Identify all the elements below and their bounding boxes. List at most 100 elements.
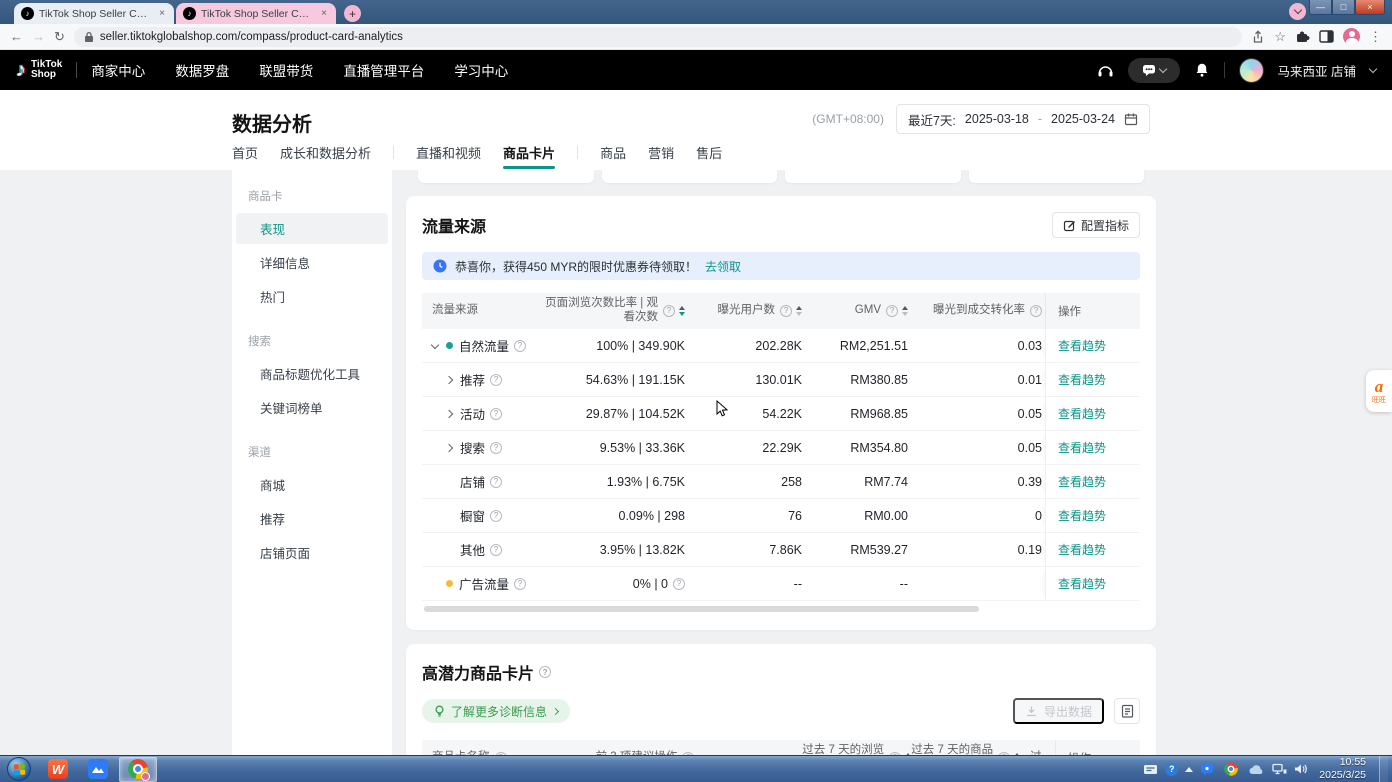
page-tab[interactable]: 首页 (232, 143, 258, 162)
tiktok-shop-logo-text[interactable]: TikTok Shop (31, 60, 62, 81)
forward-button[interactable]: → (32, 29, 45, 44)
headset-icon[interactable] (1097, 63, 1114, 78)
help-icon[interactable]: ? (490, 510, 502, 522)
page-tab[interactable]: 营销 (648, 143, 674, 162)
view-trend-link[interactable]: 查看趋势 (1058, 507, 1106, 524)
diagnosis-info-pill[interactable]: 了解更多诊断信息 (422, 699, 570, 723)
minimize-button[interactable]: — (1309, 0, 1332, 15)
new-tab-button[interactable]: + (344, 5, 361, 22)
bookmark-star-icon[interactable]: ☆ (1274, 29, 1286, 45)
sidebar-item[interactable]: 商品标题优化工具 (236, 358, 388, 389)
volume-tray-icon[interactable] (1294, 763, 1308, 775)
sidebar-item[interactable]: 表现 (236, 213, 388, 244)
sidebar-item[interactable]: 商城 (236, 469, 388, 500)
taskbar-chrome-button[interactable] (119, 757, 157, 782)
export-data-button[interactable]: 导出数据 (1013, 698, 1104, 724)
topnav-item[interactable]: 直播管理平台 (343, 60, 424, 80)
messenger-tray-icon[interactable] (1200, 763, 1214, 776)
taskbar-wps-button[interactable]: W (39, 757, 77, 782)
help-icon[interactable]: ? (490, 374, 502, 386)
store-name[interactable]: 马来西亚 店铺 (1278, 61, 1356, 80)
help-icon[interactable]: ? (490, 408, 502, 420)
topnav-item[interactable]: 学习中心 (454, 60, 508, 80)
help-icon[interactable]: ? (514, 340, 526, 352)
start-button[interactable] (7, 757, 31, 781)
messages-button[interactable] (1128, 58, 1180, 83)
browser-tab[interactable]: ♪TikTok Shop Seller Center | Cr...× (14, 3, 174, 24)
show-hidden-icons-button[interactable] (1185, 767, 1193, 772)
address-bar[interactable]: seller.tiktokglobalshop.com/compass/prod… (74, 27, 1242, 47)
taskbar-clock[interactable]: 10:55 2025/3/25 (1319, 756, 1366, 782)
onedrive-tray-icon[interactable] (1248, 764, 1265, 775)
input-method-icon[interactable] (1143, 764, 1158, 775)
help-icon[interactable]: ? (780, 305, 792, 317)
help-icon[interactable]: ? (490, 544, 502, 556)
topnav-item[interactable]: 数据罗盘 (175, 60, 229, 80)
claim-coupon-link[interactable]: 去领取 (705, 258, 741, 275)
cell-value: 0.05 (1018, 441, 1042, 455)
side-panel-icon[interactable] (1319, 30, 1334, 43)
browser-titlebar: ♪TikTok Shop Seller Center | Cr...×♪TikT… (0, 0, 1392, 24)
refresh-button[interactable]: ↻ (54, 29, 65, 45)
page-tab[interactable]: 商品卡片 (503, 143, 555, 162)
page-tab[interactable]: 商品 (600, 143, 626, 162)
expand-row-icon[interactable] (446, 377, 460, 383)
help-icon[interactable]: ? (539, 666, 551, 678)
metric-card-stub (785, 170, 961, 183)
collapse-row-icon[interactable] (432, 344, 446, 348)
titlebar-chevron-button[interactable] (1289, 3, 1306, 20)
topnav-item[interactable]: 联盟带货 (259, 60, 313, 80)
wangwang-chat-widget[interactable]: a 旺旺 (1366, 370, 1392, 412)
store-avatar[interactable] (1239, 58, 1264, 83)
taskbar-app-button[interactable] (79, 757, 117, 782)
edit-icon (1063, 219, 1076, 232)
help-icon[interactable]: ? (663, 305, 675, 317)
help-icon[interactable]: ? (673, 578, 685, 590)
maximize-button[interactable]: □ (1332, 0, 1355, 15)
sidebar-item[interactable]: 关键词榜单 (236, 392, 388, 423)
page-tab[interactable]: 售后 (696, 143, 722, 162)
view-trend-link[interactable]: 查看趋势 (1058, 473, 1106, 490)
view-trend-link[interactable]: 查看趋势 (1058, 575, 1106, 592)
help-icon[interactable]: ? (490, 476, 502, 488)
configure-metrics-button[interactable]: 配置指标 (1052, 212, 1140, 238)
traffic-table-header: 流量来源页面浏览次数比率 | 观看次数?曝光用户数?GMV?曝光到成交转化率?操… (422, 293, 1140, 329)
help-icon[interactable]: ? (1030, 305, 1042, 317)
scrollbar-thumb[interactable] (424, 606, 979, 612)
expand-row-icon[interactable] (446, 411, 460, 417)
close-window-button[interactable]: × (1355, 0, 1385, 15)
share-icon[interactable] (1251, 30, 1265, 44)
gmv-cell: RM354.80 (802, 441, 908, 455)
notification-bell-icon[interactable] (1194, 62, 1210, 78)
browser-menu-icon[interactable]: ⋮ (1369, 29, 1382, 45)
browser-tab[interactable]: ♪TikTok Shop Seller Center | Cr...× (176, 3, 336, 24)
view-trend-link[interactable]: 查看趋势 (1058, 371, 1106, 388)
topnav-item[interactable]: 商家中心 (91, 60, 145, 80)
view-trend-link[interactable]: 查看趋势 (1058, 405, 1106, 422)
help-icon[interactable]: ? (514, 578, 526, 590)
page-tab[interactable]: 直播和视频 (416, 143, 481, 162)
chrome-tray-icon[interactable] (1224, 762, 1238, 776)
help-tray-icon[interactable]: ? (1165, 763, 1178, 776)
sidebar-item[interactable]: 推荐 (236, 503, 388, 534)
column-header-action: 操作 (1055, 740, 1140, 755)
show-desktop-button[interactable] (1379, 756, 1388, 782)
help-icon[interactable]: ? (490, 442, 502, 454)
view-trend-link[interactable]: 查看趋势 (1058, 541, 1106, 558)
page-tab[interactable]: 成长和数据分析 (280, 143, 371, 162)
profile-avatar[interactable] (1343, 28, 1360, 45)
view-trend-link[interactable]: 查看趋势 (1058, 337, 1106, 354)
view-trend-link[interactable]: 查看趋势 (1058, 439, 1106, 456)
back-button[interactable]: ← (10, 29, 23, 44)
help-icon[interactable]: ? (886, 305, 898, 317)
sidebar-item[interactable]: 热门 (236, 281, 388, 312)
sidebar-item[interactable]: 详细信息 (236, 247, 388, 278)
sidebar-item[interactable]: 店铺页面 (236, 537, 388, 568)
report-doc-button[interactable] (1114, 698, 1140, 724)
date-range-picker[interactable]: 最近7天: 2025-03-18 - 2025-03-24 (896, 104, 1150, 134)
expand-row-icon[interactable] (446, 445, 460, 451)
close-tab-icon[interactable]: × (319, 8, 329, 19)
extensions-icon[interactable] (1295, 29, 1310, 44)
network-tray-icon[interactable] (1272, 763, 1287, 775)
close-tab-icon[interactable]: × (157, 8, 167, 19)
